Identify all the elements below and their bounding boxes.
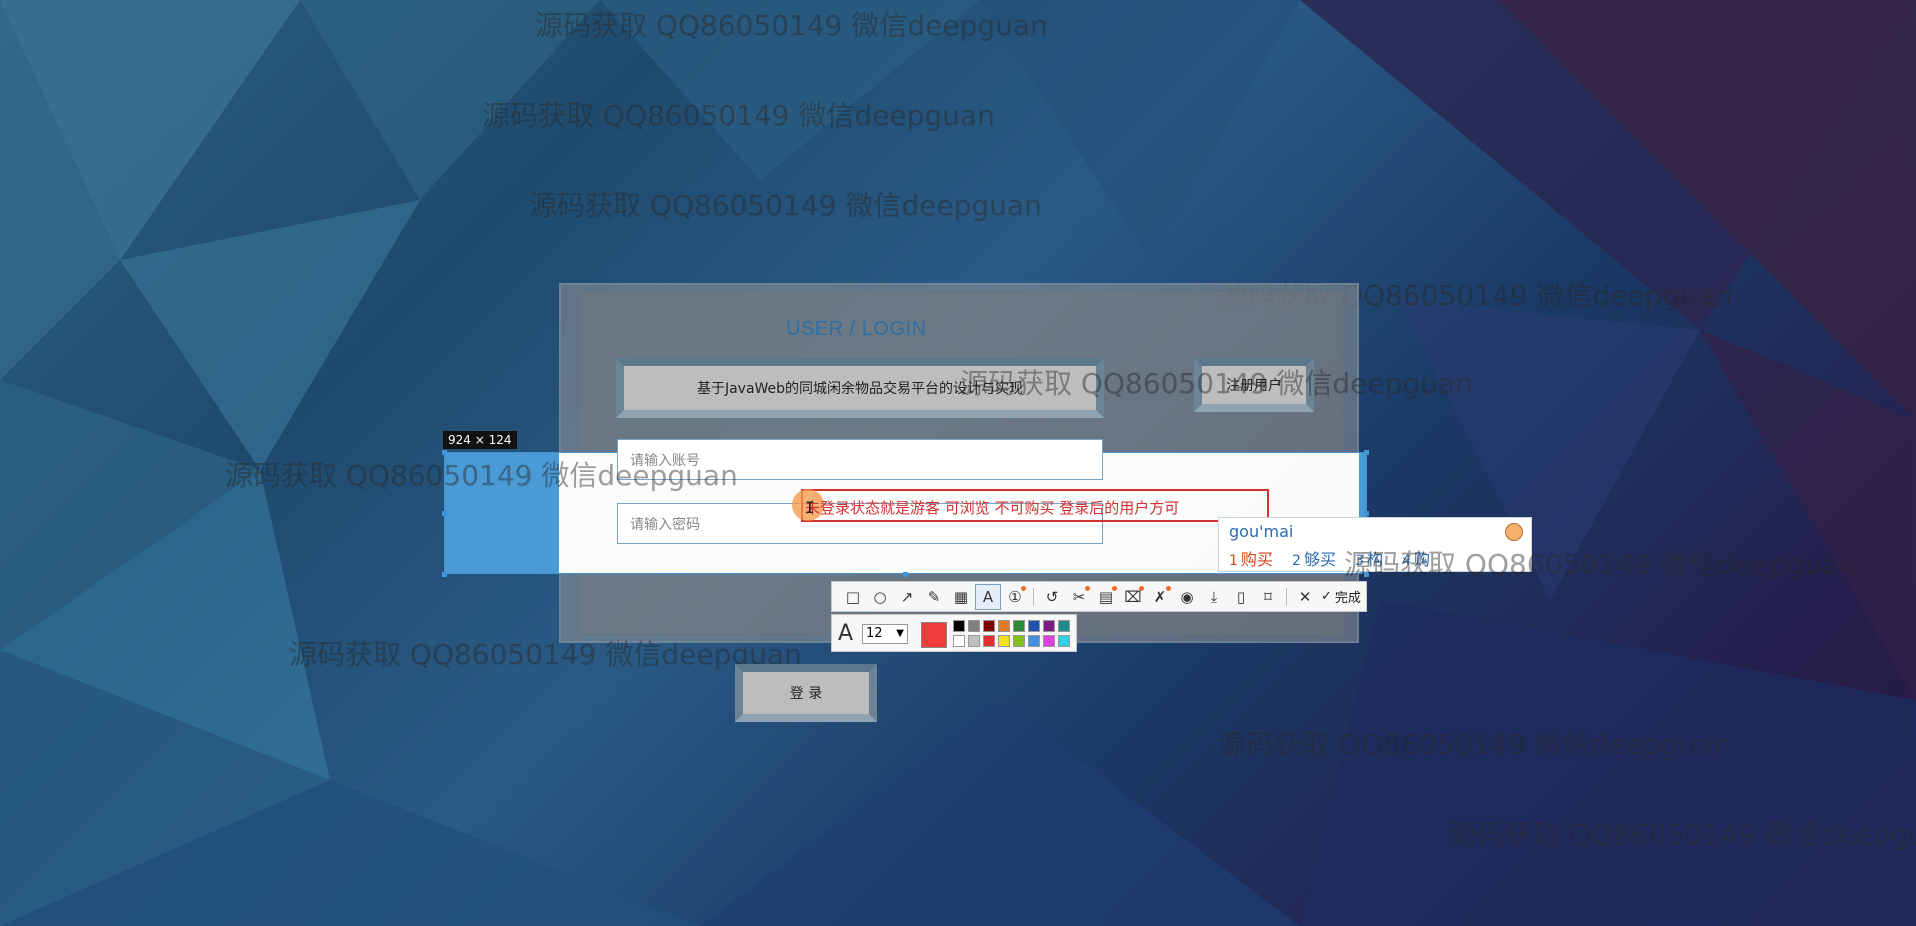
resize-handle[interactable]: [442, 572, 447, 577]
bookmark-button[interactable]: ⌑: [1255, 584, 1281, 610]
pencil-icon: ✎: [927, 587, 941, 606]
close-button[interactable]: ✕: [1292, 584, 1318, 610]
done-button[interactable]: ✓ 完成: [1321, 587, 1361, 606]
new-dot: [1112, 585, 1117, 591]
font-size-value: 12: [866, 626, 883, 641]
done-label: 完成: [1334, 591, 1361, 606]
pencil-tool-button[interactable]: ✎: [921, 584, 947, 610]
color-swatch[interactable]: [968, 620, 980, 632]
text-cursor-icon: I: [805, 498, 815, 517]
ellipse-tool-button[interactable]: ○: [867, 584, 893, 610]
resize-handle[interactable]: [1364, 450, 1369, 455]
watermark: 源码获取 QQ86050149 微信deepguan: [1218, 728, 1731, 761]
ime-candidate[interactable]: 2 够买: [1292, 550, 1336, 569]
mosaic-tool-button[interactable]: ▦: [948, 584, 974, 610]
color-swatch[interactable]: [953, 635, 965, 647]
rectangle-icon: □: [845, 587, 861, 606]
watermark: 源码获取 QQ86050149 微信deepguan: [289, 638, 802, 671]
ime-composition-text: gou'mai: [1229, 522, 1294, 541]
save-button[interactable]: ⤓: [1201, 584, 1227, 610]
text-icon: A: [982, 587, 994, 606]
color-swatch[interactable]: [1013, 620, 1025, 632]
watermark: 源码获取 QQ86050149 微信deepguan: [482, 99, 995, 132]
login-title: USER / LOGIN: [786, 318, 927, 340]
phone-button[interactable]: ▯: [1228, 584, 1254, 610]
arrow-tool-button[interactable]: ↗: [894, 584, 920, 610]
color-swatch[interactable]: [998, 620, 1010, 632]
text-annotation[interactable]: 未登录状态就是游客 可浏览 不可购买 登录后的用户方可: [805, 497, 1179, 518]
color-swatch[interactable]: [1013, 635, 1025, 647]
current-color-swatch[interactable]: [921, 622, 947, 648]
color-swatch[interactable]: [1058, 620, 1070, 632]
record-button[interactable]: ◉: [1174, 584, 1200, 610]
color-swatch[interactable]: [1043, 635, 1055, 647]
resize-handle[interactable]: [1364, 511, 1369, 516]
check-icon: ✓: [1321, 589, 1332, 604]
arrow-icon: ↗: [900, 587, 914, 606]
toolbar-divider: [1286, 587, 1287, 606]
color-swatch[interactable]: [953, 620, 965, 632]
toolbar-divider: [1033, 587, 1034, 606]
mosaic-icon: ▦: [953, 587, 969, 606]
bookmark-icon: ⌑: [1264, 587, 1272, 606]
resize-handle[interactable]: [903, 572, 908, 577]
rectangle-tool-button[interactable]: □: [840, 584, 866, 610]
capture-toolbar: □ ○ ↗ ✎ ▦ A ① ↺ ✂ ▤ ⌧ ✗ ◉ ⤓ ▯ ⌑ ✕ ✓ 完成: [831, 581, 1367, 612]
watermark: 源码获取 QQ86050149 微信deepguan: [535, 9, 1048, 42]
watermark: 源码获取 QQ86050149 微信deepguan: [1344, 548, 1857, 581]
selection-size-label: 924 × 124: [443, 431, 517, 449]
ocr-button[interactable]: ▤: [1093, 584, 1119, 610]
new-dot: [1139, 585, 1144, 591]
color-swatch[interactable]: [1028, 620, 1040, 632]
new-dot: [1021, 585, 1026, 591]
ime-candidate[interactable]: 1 购买: [1229, 550, 1273, 569]
ocr-icon: ▤: [1098, 587, 1114, 606]
undo-button[interactable]: ↺: [1039, 584, 1065, 610]
color-swatch[interactable]: [1043, 620, 1055, 632]
ellipse-icon: ○: [873, 587, 887, 606]
new-dot: [1166, 585, 1171, 591]
color-swatch[interactable]: [998, 635, 1010, 647]
watermark: 源码获取 QQ86050149 微信deepguan: [1448, 818, 1916, 851]
text-tool-button[interactable]: A: [975, 583, 1001, 610]
cut-tool-button[interactable]: ✂: [1066, 584, 1092, 610]
color-swatch[interactable]: [983, 620, 995, 632]
scan-button[interactable]: ⌧: [1120, 584, 1146, 610]
ime-logo-icon[interactable]: [1505, 523, 1523, 541]
font-icon: A: [838, 621, 854, 646]
close-icon: ✕: [1298, 587, 1312, 606]
watermark: 源码获取 QQ86050149 微信deepguan: [960, 367, 1473, 400]
pin-icon: ✗: [1153, 587, 1167, 606]
color-swatch[interactable]: [968, 635, 980, 647]
watermark: 源码获取 QQ86050149 微信deepguan: [225, 459, 738, 492]
color-swatch[interactable]: [983, 635, 995, 647]
record-icon: ◉: [1180, 587, 1194, 606]
pin-button[interactable]: ✗: [1147, 584, 1173, 610]
color-swatch[interactable]: [1028, 635, 1040, 647]
color-swatch[interactable]: [1058, 635, 1070, 647]
number-tool-button[interactable]: ①: [1002, 584, 1028, 610]
font-size-select[interactable]: 12 ▼: [862, 624, 908, 644]
watermark: 源码获取 QQ86050149 微信deepguan: [529, 189, 1042, 222]
chevron-down-icon: ▼: [896, 628, 904, 639]
new-dot: [1085, 585, 1090, 591]
resize-handle[interactable]: [442, 511, 447, 516]
number-icon: ①: [1008, 587, 1022, 606]
scissors-icon: ✂: [1072, 587, 1086, 606]
download-icon: ⤓: [1210, 587, 1218, 606]
undo-icon: ↺: [1045, 587, 1059, 606]
color-palette: [953, 620, 1071, 648]
phone-icon: ▯: [1236, 587, 1246, 606]
text-style-toolbar: A 12 ▼: [831, 614, 1077, 652]
login-button[interactable]: 登 录: [735, 664, 877, 722]
